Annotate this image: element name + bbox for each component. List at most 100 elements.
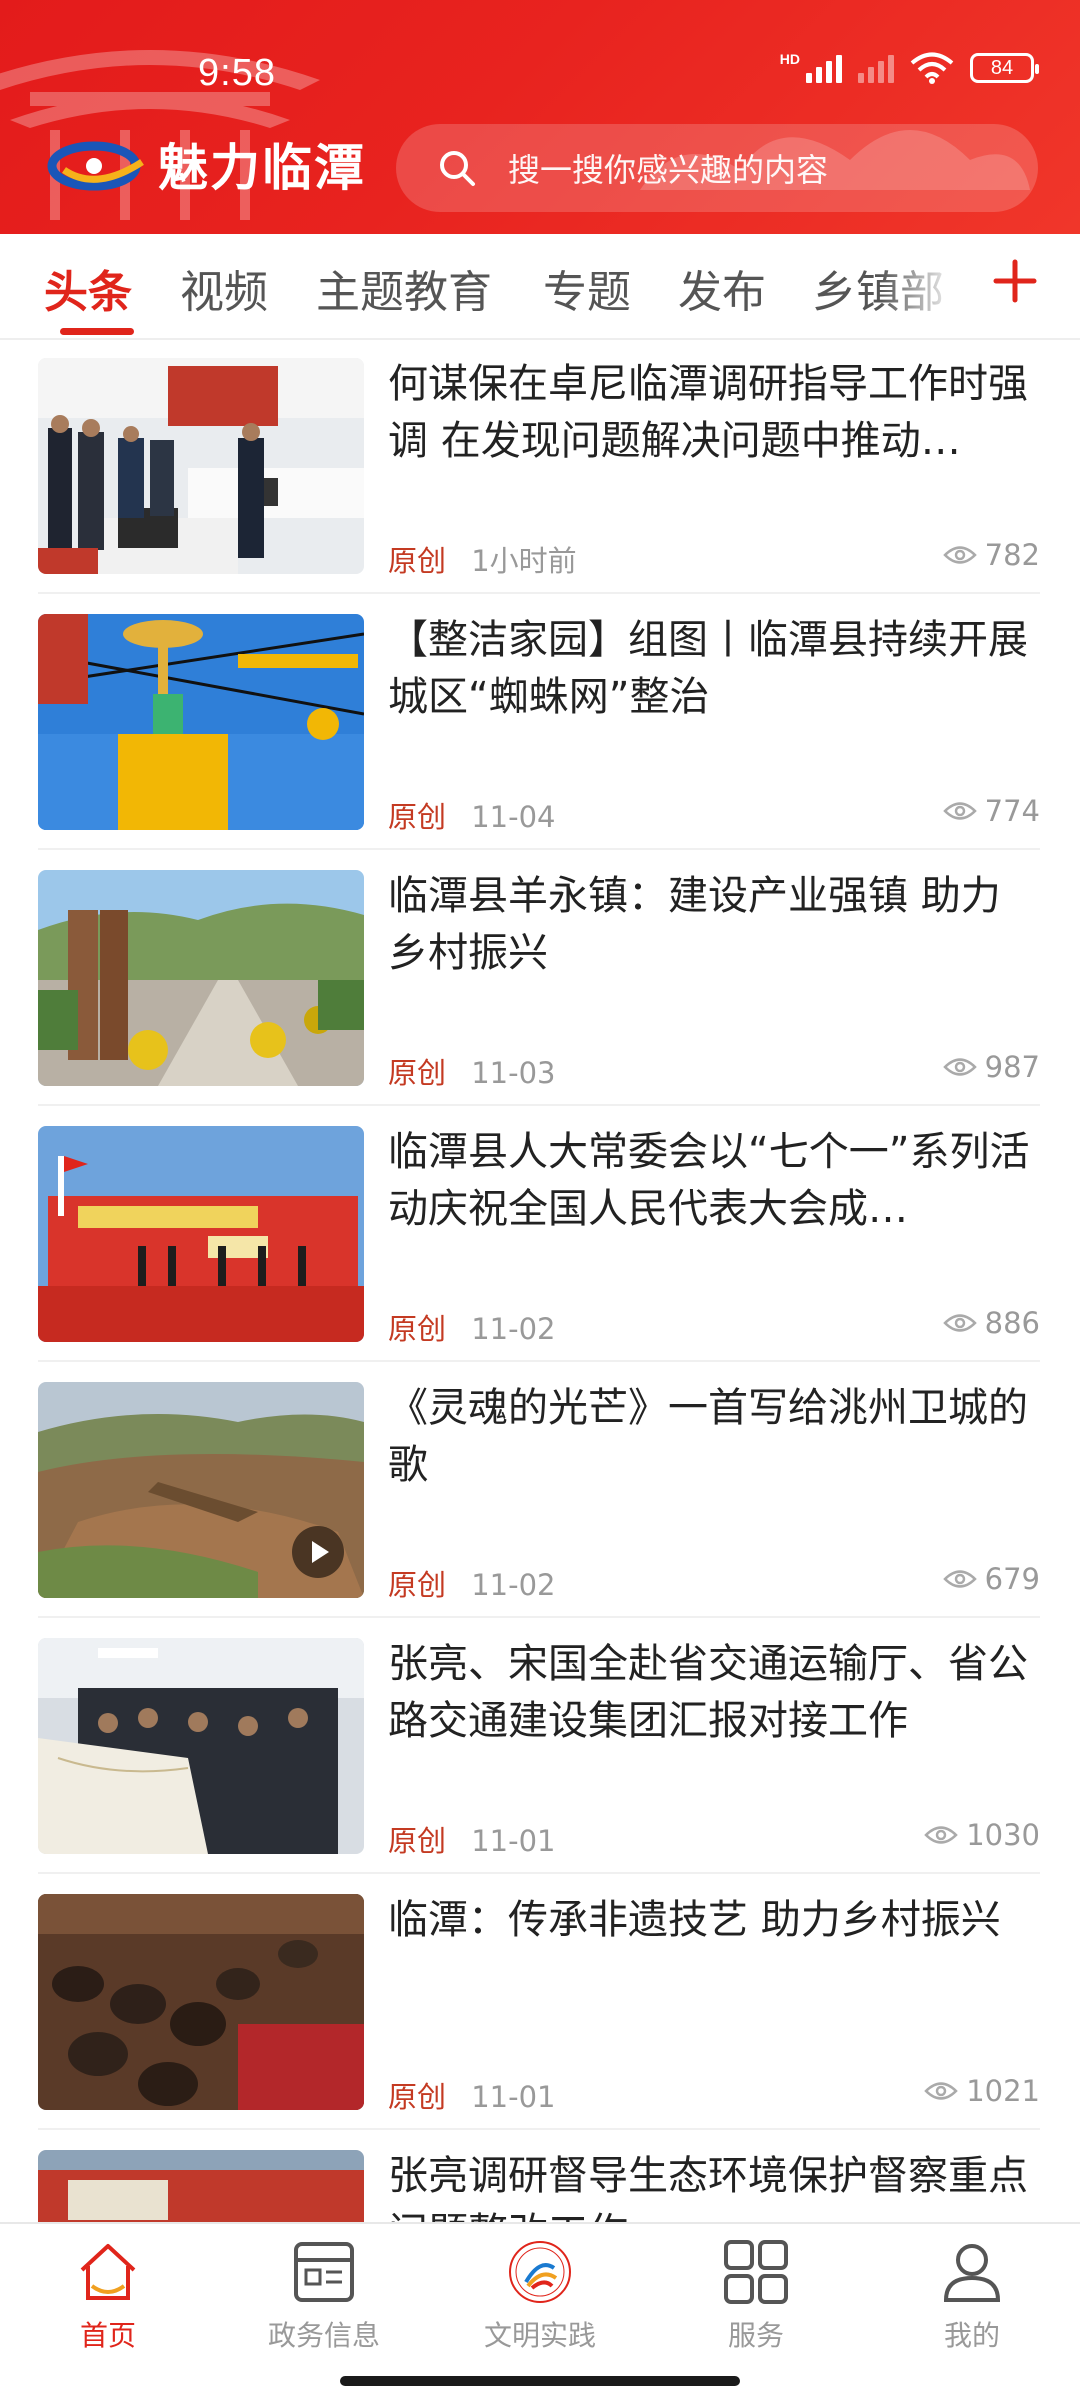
news-tag: 原创	[388, 1568, 447, 1602]
news-title: 临潭县羊永镇：建设产业强镇 助力乡村振兴	[388, 873, 1001, 976]
search-bar[interactable]: 搜一搜你感兴趣的内容	[396, 124, 1038, 212]
list-item[interactable]: 何谋保在卓尼临潭调研指导工作时强调 在发现问题解决问题中推动… 原创 1小时前 …	[38, 342, 1040, 598]
battery-level: 84	[990, 56, 1014, 79]
eye-icon	[942, 1058, 977, 1076]
news-tag: 原创	[388, 1824, 447, 1858]
document-icon	[294, 2242, 354, 2302]
news-meta: 原创 11-01 1021	[388, 2074, 1040, 2114]
view-count-value: 886	[984, 1306, 1040, 1340]
wifi-icon	[910, 52, 954, 84]
view-count: 987	[942, 1050, 1040, 1084]
news-date: 11-03	[471, 1056, 556, 1090]
list-divider	[38, 848, 1040, 850]
signal-2-icon	[858, 53, 894, 83]
view-count-value: 1030	[966, 1818, 1040, 1852]
view-count-value: 782	[984, 538, 1040, 572]
news-title: 《灵魂的光芒》一首写给洮州卫城的歌	[388, 1385, 1028, 1488]
news-tag: 原创	[388, 544, 447, 578]
news-meta: 原创 1小时前 782	[388, 538, 1040, 578]
status-icons: HD 84	[779, 51, 1039, 84]
home-bar[interactable]	[340, 2376, 740, 2386]
news-date: 11-01	[471, 2080, 556, 2114]
news-title: 临潭：传承非遗技艺 助力乡村振兴	[388, 1897, 1001, 1943]
list-divider	[38, 1616, 1040, 1618]
eye-icon	[942, 1570, 977, 1588]
eye-icon	[924, 1826, 958, 1844]
news-tag: 原创	[388, 1056, 447, 1090]
tab-release[interactable]: 发布	[678, 256, 766, 320]
nav-home[interactable]: 首页	[0, 2238, 216, 2354]
list-divider	[38, 1104, 1040, 1106]
nav-mine[interactable]: 我的	[864, 2238, 1080, 2354]
emblem-icon	[509, 2241, 571, 2303]
news-date: 11-04	[471, 800, 556, 834]
tab-theme-education[interactable]: 主题教育	[316, 256, 492, 320]
news-title: 【整洁家园】组图丨临潭县持续开展城区“蜘蛛网”整治	[388, 617, 1028, 720]
tab-video[interactable]: 视频	[180, 256, 268, 320]
tab-special[interactable]: 专题	[543, 256, 631, 320]
news-date: 11-02	[471, 1312, 556, 1346]
logo-mark-icon	[47, 141, 144, 191]
news-meta: 原创 11-02 679	[388, 1562, 1040, 1602]
news-tag: 原创	[388, 2080, 447, 2114]
list-item[interactable]: 临潭县羊永镇：建设产业强镇 助力乡村振兴 原创 11-03 987	[38, 854, 1040, 1110]
nav-label: 服务	[727, 2319, 784, 2352]
news-tag: 原创	[388, 1312, 447, 1346]
hd-label: HD	[779, 51, 800, 67]
bottom-nav: 首页 政务信息 文明实践 服务 我的	[0, 2222, 1080, 2362]
status-time: 9:58	[198, 52, 276, 94]
view-count: 886	[942, 1306, 1040, 1340]
search-icon	[440, 151, 475, 186]
category-tabs: 头条 视频 主题教育 专题 发布 乡镇部	[0, 234, 1080, 340]
tab-fade	[880, 234, 990, 338]
nav-label: 政务信息	[267, 2319, 380, 2352]
view-count: 782	[942, 538, 1040, 572]
list-divider	[38, 1872, 1040, 1874]
news-meta: 原创 11-04 774	[388, 794, 1040, 834]
view-count: 679	[942, 1562, 1040, 1596]
news-title: 何谋保在卓尼临潭调研指导工作时强调 在发现问题解决问题中推动…	[388, 361, 1028, 464]
home-indicator	[0, 2362, 1080, 2400]
list-item[interactable]: 《灵魂的光芒》一首写给洮州卫城的歌 原创 11-02 679	[38, 1366, 1040, 1622]
eye-icon	[942, 802, 977, 820]
play-icon	[292, 1526, 344, 1578]
eye-icon	[942, 1314, 977, 1332]
active-tab-indicator	[60, 328, 134, 335]
nav-services[interactable]: 服务	[648, 2238, 864, 2354]
logo-text: 魅力临潭	[158, 138, 366, 197]
news-date: 1小时前	[471, 544, 577, 578]
list-item[interactable]: 临潭：传承非遗技艺 助力乡村振兴 原创 11-01 1021	[38, 1878, 1040, 2134]
news-thumbnail	[38, 1126, 364, 1342]
header: 9:58 HD 84 魅力临潭 搜一搜你感兴趣的内容	[0, 0, 1080, 234]
nav-label: 文明实践	[483, 2319, 596, 2352]
news-date: 11-02	[471, 1568, 556, 1602]
nav-civilization-practice[interactable]: 文明实践	[432, 2238, 648, 2354]
news-tag: 原创	[388, 800, 447, 834]
view-count-value: 987	[984, 1050, 1040, 1084]
news-thumbnail	[38, 1382, 364, 1598]
grid-icon	[724, 2240, 788, 2304]
nav-government-info[interactable]: 政务信息	[216, 2238, 432, 2354]
news-title: 临潭县人大常委会以“七个一”系列活动庆祝全国人民代表大会成…	[388, 1129, 1030, 1232]
add-tab-icon[interactable]	[990, 256, 1040, 306]
eye-icon	[924, 2082, 958, 2100]
list-item[interactable]: 张亮、宋国全赴省交通运输厅、省公路交通建设集团汇报对接工作 原创 11-01 1…	[38, 1622, 1040, 1878]
news-thumbnail	[38, 870, 364, 1086]
nav-label: 我的	[943, 2319, 1000, 2352]
news-thumbnail	[38, 1638, 364, 1854]
eye-icon	[942, 546, 977, 564]
list-item[interactable]: 临潭县人大常委会以“七个一”系列活动庆祝全国人民代表大会成… 原创 11-02 …	[38, 1110, 1040, 1366]
signal-icon	[806, 53, 842, 83]
list-item[interactable]: 【整洁家园】组图丨临潭县持续开展城区“蜘蛛网”整治 原创 11-04 774	[38, 598, 1040, 854]
news-thumbnail	[38, 358, 364, 574]
news-thumbnail	[38, 1894, 364, 2110]
news-thumbnail	[38, 614, 364, 830]
view-count-value: 679	[984, 1562, 1040, 1596]
view-count: 774	[942, 794, 1040, 828]
news-meta: 原创 11-02 886	[388, 1306, 1040, 1346]
news-meta: 原创 11-01 1030	[388, 1818, 1040, 1858]
home-icon	[80, 2244, 136, 2300]
battery-icon: 84	[970, 53, 1039, 83]
tab-headline[interactable]: 头条	[44, 256, 132, 320]
view-count: 1021	[924, 2074, 1040, 2108]
